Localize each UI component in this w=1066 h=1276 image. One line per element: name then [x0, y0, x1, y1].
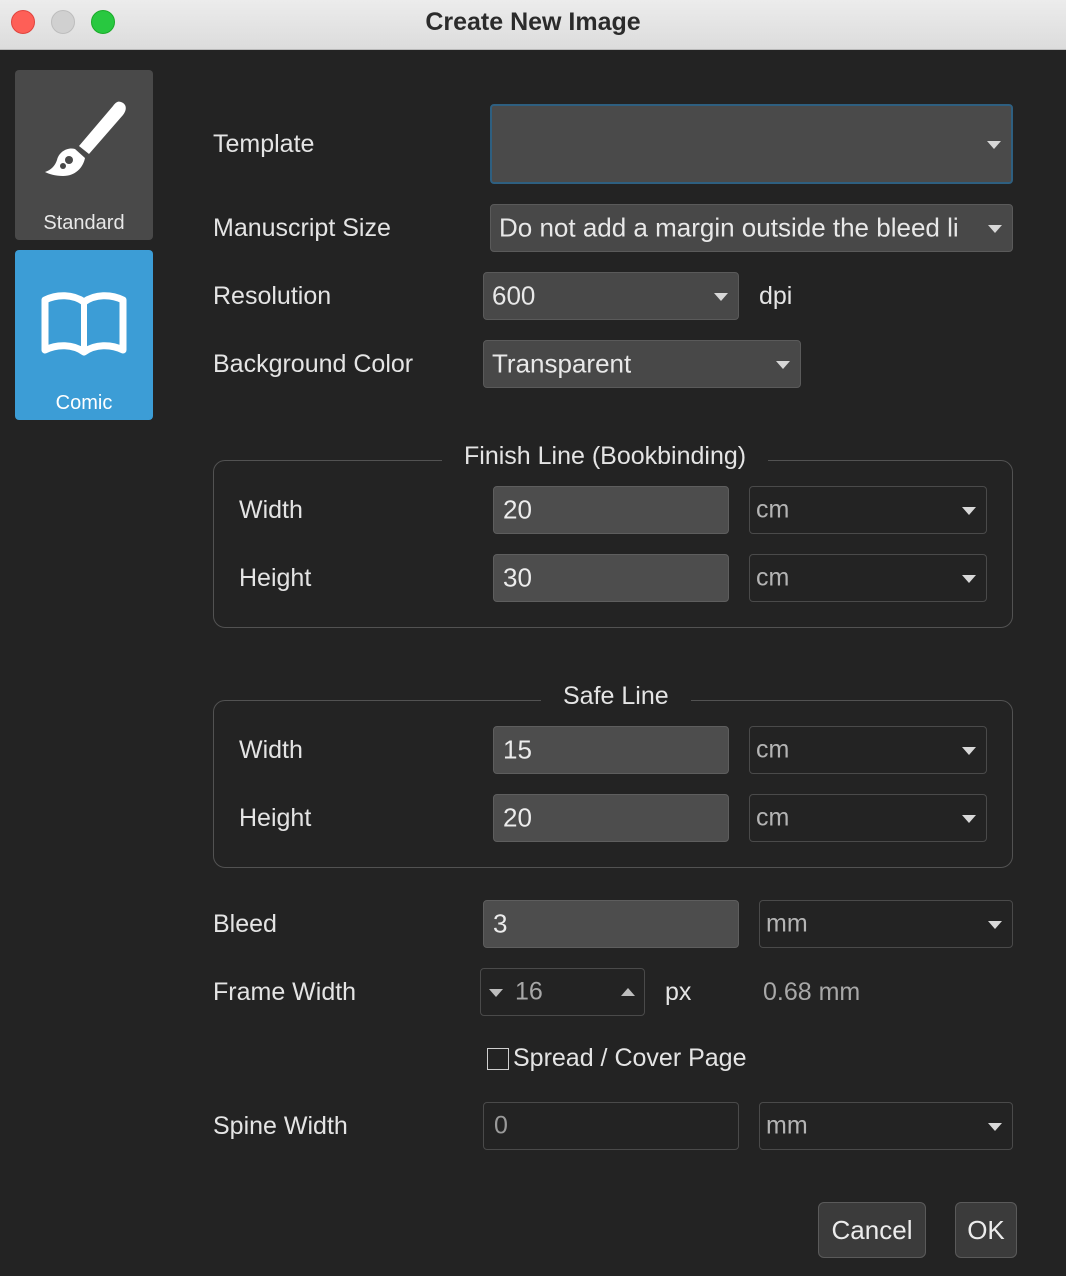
safe-height-unit-select[interactable]: cm — [749, 794, 987, 842]
bleed-unit: mm — [766, 909, 808, 938]
chevron-down-icon — [988, 1123, 1002, 1131]
cancel-button[interactable]: Cancel — [818, 1202, 926, 1258]
safe-width-label: Width — [239, 736, 303, 764]
frame-width-label: Frame Width — [213, 978, 357, 1006]
paintbrush-icon — [15, 96, 153, 186]
finish-height-value: 30 — [503, 562, 532, 593]
chevron-down-icon — [988, 921, 1002, 929]
safe-width-input[interactable]: 15 — [493, 726, 729, 774]
frame-width-stepper[interactable]: 16 — [480, 968, 645, 1016]
safe-height-input[interactable]: 20 — [493, 794, 729, 842]
spine-width-value: 0 — [494, 1111, 508, 1140]
bleed-value: 3 — [493, 908, 508, 939]
safe-width-unit: cm — [756, 735, 790, 764]
resolution-select[interactable]: 600 — [483, 272, 739, 320]
frame-width-unit: px — [665, 978, 692, 1006]
finish-height-input[interactable]: 30 — [493, 554, 729, 602]
chevron-down-icon — [962, 815, 976, 823]
bleed-unit-select[interactable]: mm — [759, 900, 1013, 948]
frame-width-value: 16 — [515, 977, 543, 1006]
spine-width-label: Spine Width — [213, 1112, 348, 1140]
title-bar: Create New Image — [0, 0, 1066, 50]
safe-height-value: 20 — [503, 802, 532, 833]
bleed-input[interactable]: 3 — [483, 900, 739, 948]
sidebar-item-comic[interactable]: Comic — [15, 250, 153, 420]
chevron-down-icon — [776, 361, 790, 369]
chevron-down-icon — [988, 225, 1002, 233]
template-select[interactable] — [490, 104, 1013, 184]
background-color-select[interactable]: Transparent — [483, 340, 801, 388]
frame-width-converted: 0.68 mm — [763, 978, 861, 1006]
spread-label[interactable]: Spread / Cover Page — [513, 1044, 746, 1073]
finish-line-title: Finish Line (Bookbinding) — [442, 442, 769, 471]
sidebar-item-label: Comic — [55, 392, 113, 414]
sidebar-item-standard[interactable]: Standard — [15, 70, 153, 240]
safe-width-value: 15 — [503, 734, 532, 765]
resolution-value: 600 — [492, 280, 536, 311]
spine-width-unit: mm — [766, 1111, 808, 1140]
resolution-label: Resolution — [213, 282, 332, 310]
chevron-down-icon — [962, 507, 976, 515]
finish-width-unit-select[interactable]: cm — [749, 486, 987, 534]
safe-width-unit-select[interactable]: cm — [749, 726, 987, 774]
open-book-icon — [15, 292, 153, 356]
stepper-down-icon[interactable] — [489, 989, 503, 997]
chevron-down-icon — [714, 293, 728, 301]
finish-height-unit-select[interactable]: cm — [749, 554, 987, 602]
safe-line-title: Safe Line — [541, 682, 691, 711]
finish-height-label: Height — [239, 564, 312, 592]
background-color-value: Transparent — [492, 348, 632, 379]
spine-width-unit-select[interactable]: mm — [759, 1102, 1013, 1150]
safe-height-label: Height — [239, 804, 312, 832]
sidebar-item-label: Standard — [43, 212, 125, 234]
background-color-label: Background Color — [213, 350, 414, 378]
chevron-down-icon — [962, 575, 976, 583]
manuscript-size-value: Do not add a margin outside the bleed li — [499, 212, 959, 243]
resolution-unit: dpi — [759, 282, 793, 310]
finish-width-value: 20 — [503, 494, 532, 525]
spine-width-input[interactable]: 0 — [483, 1102, 739, 1150]
finish-width-unit: cm — [756, 495, 790, 524]
template-label: Template — [213, 130, 315, 158]
manuscript-size-label: Manuscript Size — [213, 214, 391, 242]
finish-width-input[interactable]: 20 — [493, 486, 729, 534]
chevron-down-icon — [987, 141, 1001, 149]
window-title: Create New Image — [425, 8, 641, 36]
finish-width-label: Width — [239, 496, 303, 524]
bleed-label: Bleed — [213, 910, 277, 938]
finish-height-unit: cm — [756, 563, 790, 592]
manuscript-size-select[interactable]: Do not add a margin outside the bleed li — [490, 204, 1013, 252]
ok-button[interactable]: OK — [955, 1202, 1017, 1258]
chevron-down-icon — [962, 747, 976, 755]
stepper-up-icon[interactable] — [621, 988, 635, 996]
spread-checkbox[interactable] — [487, 1048, 509, 1070]
safe-height-unit: cm — [756, 803, 790, 832]
